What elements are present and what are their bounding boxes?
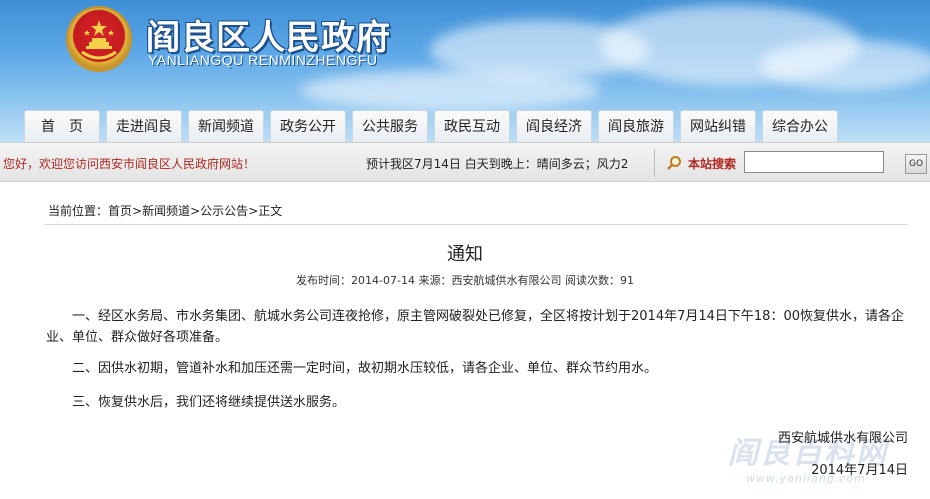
article-paragraph: 一、经区水务局、市水务集团、航城水务公司连夜抢修，原主管网破裂处已修复，全区将按… [46,309,904,345]
cloud-decoration [300,70,600,110]
main-nav: 首 页 走进阎良 新闻频道 政务公开 公共服务 政民互动 阎良经济 阎良旅游 网… [0,110,930,142]
nav-item-office[interactable]: 综合办公 [762,110,838,142]
breadcrumb-link-notices[interactable]: 公示公告 [200,204,248,218]
breadcrumb: 当前位置：首页>新闻频道>公示公告>正文 [48,202,282,219]
breadcrumb-link-home[interactable]: 首页 [108,204,132,218]
welcome-text: 您好，欢迎您访问西安市阎良区人民政府网站！ [3,157,256,171]
nav-item-tourism[interactable]: 阎良旅游 [598,110,674,142]
site-subtitle: YANLIANGQU RENMINZHENGFU [148,52,378,68]
breadcrumb-prefix: 当前位置： [48,204,109,218]
site-header: 阎良区人民政府 YANLIANGQU RENMINZHENGFU 首 页 走进阎… [0,0,930,142]
weather-ticker: 预计我区7月14日 白天到晚上：晴间多云；风力2 [366,157,629,171]
search-label: 本站搜索 [688,157,737,171]
signature-organization: 西安航城供水有限公司 [777,431,908,446]
article-paragraph: 二、因供水初期，管道补水和加压还需一定时间，故初期水压较低，请各企业、单位、群众… [72,361,658,376]
nav-item-economy[interactable]: 阎良经济 [516,110,592,142]
nav-item-public-services[interactable]: 公共服务 [352,110,428,142]
national-emblem-icon [68,8,130,70]
nav-item-about[interactable]: 走进阎良 [106,110,182,142]
magnifier-icon [666,155,682,174]
article-paragraph: 三、恢复供水后，我们还将继续提供送水服务。 [72,395,346,410]
article-meta: 发布时间：2014-07-14 来源：西安航城供水有限公司 阅读次数：91 [296,274,634,287]
breadcrumb-separator: > [190,204,201,218]
divider [654,149,655,177]
nav-item-home[interactable]: 首 页 [24,110,100,142]
breadcrumb-separator: > [248,204,259,218]
nav-item-news[interactable]: 新闻频道 [188,110,264,142]
breadcrumb-link-news[interactable]: 新闻频道 [142,204,190,218]
article-title: 通知 [447,244,483,265]
nav-item-government-affairs[interactable]: 政务公开 [270,110,346,142]
search-input[interactable] [744,151,884,173]
info-bar: 您好，欢迎您访问西安市阎良区人民政府网站！ 预计我区7月14日 白天到晚上：晴间… [0,142,930,182]
nav-item-interaction[interactable]: 政民互动 [434,110,510,142]
breadcrumb-separator: > [132,204,143,218]
cloud-decoration [760,40,930,90]
signature-date: 2014年7月14日 [811,463,908,478]
breadcrumb-current: 正文 [258,204,283,218]
divider [44,224,908,225]
search-go-button[interactable]: GO [905,154,927,174]
nav-item-error-report[interactable]: 网站纠错 [680,110,756,142]
